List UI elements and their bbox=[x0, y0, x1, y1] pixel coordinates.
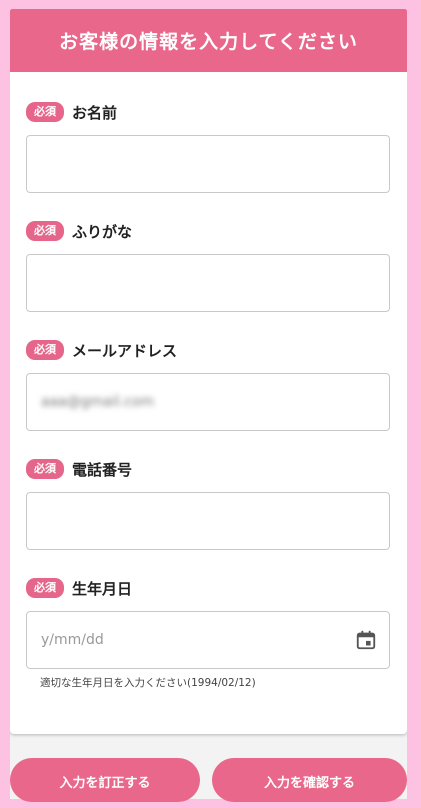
birthday-input[interactable]: y/mm/dd bbox=[26, 611, 390, 669]
confirm-input-button[interactable]: 入力を確認する bbox=[212, 758, 407, 802]
required-badge: 必須 bbox=[26, 340, 64, 360]
furigana-label: ふりがな bbox=[72, 222, 133, 241]
required-badge: 必須 bbox=[26, 459, 64, 479]
required-badge: 必須 bbox=[26, 102, 64, 122]
phone-label: 電話番号 bbox=[72, 460, 133, 479]
name-input[interactable] bbox=[26, 135, 390, 193]
birthday-placeholder: y/mm/dd bbox=[41, 632, 104, 648]
name-label: お名前 bbox=[72, 103, 118, 122]
required-badge: 必須 bbox=[26, 221, 64, 241]
birthday-helper-text: 適切な生年月日を入力ください(1994/02/12) bbox=[40, 677, 256, 689]
email-input[interactable]: aaa@gmail.com bbox=[26, 373, 390, 431]
furigana-input[interactable] bbox=[26, 254, 390, 312]
calendar-icon[interactable] bbox=[355, 629, 377, 651]
correct-input-button[interactable]: 入力を訂正する bbox=[10, 758, 200, 802]
form-frame: お客様の情報を入力してください 必須 お名前 必須 ふりがな 必須 メールアドレ… bbox=[10, 9, 407, 799]
email-field-group: 必須 メールアドレス aaa@gmail.com bbox=[26, 339, 390, 431]
required-badge: 必須 bbox=[26, 578, 64, 598]
phone-field-group: 必須 電話番号 bbox=[26, 458, 390, 550]
phone-input[interactable] bbox=[26, 492, 390, 550]
birthday-label: 生年月日 bbox=[72, 579, 133, 598]
form-card: お客様の情報を入力してください 必須 お名前 必須 ふりがな 必須 メールアドレ… bbox=[10, 9, 407, 734]
email-label: メールアドレス bbox=[72, 341, 178, 360]
form-header: お客様の情報を入力してください bbox=[10, 9, 407, 72]
furigana-field-group: 必須 ふりがな bbox=[26, 220, 390, 312]
email-input-value: aaa@gmail.com bbox=[41, 394, 154, 410]
name-field-group: 必須 お名前 bbox=[26, 101, 390, 193]
birthday-field-group: 必須 生年月日 y/mm/dd 適切な生年月日を入力ください(1994/02/1… bbox=[26, 577, 390, 690]
page-title: お客様の情報を入力してください bbox=[59, 31, 358, 53]
